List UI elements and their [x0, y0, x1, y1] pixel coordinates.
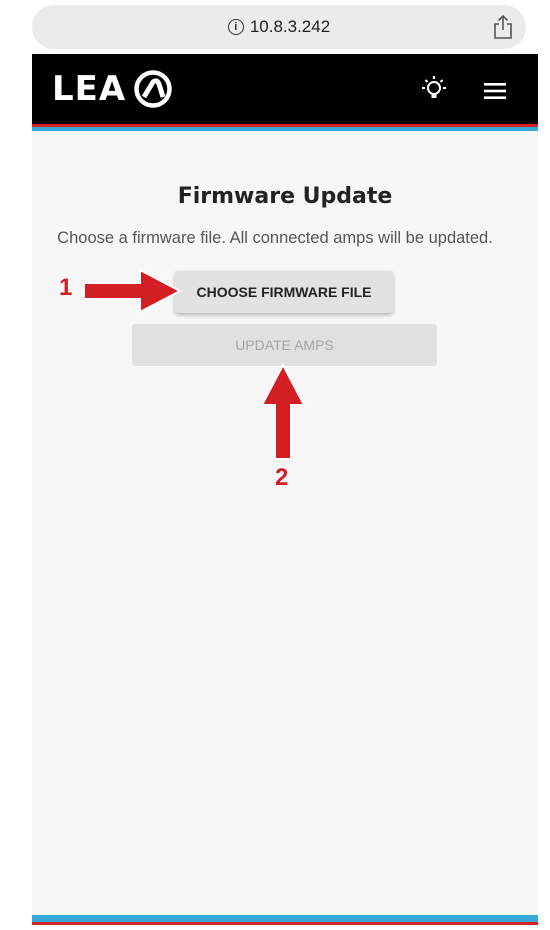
page-title: Firmware Update [177, 184, 393, 209]
annotation-arrow-right-icon [84, 268, 182, 314]
hamburger-menu-icon[interactable] [484, 82, 506, 100]
logo-text: LEA [52, 69, 127, 109]
url-bar[interactable]: i 10.8.3.242 [32, 5, 526, 49]
page-subtitle: Choose a firmware file. All connected am… [57, 229, 493, 247]
footer-stripe-red [32, 922, 538, 925]
share-icon[interactable] [492, 14, 514, 40]
info-icon[interactable]: i [227, 19, 244, 35]
page: i 10.8.3.242 LEA Firmware Update Choose … [0, 0, 550, 930]
update-amps-button[interactable]: UPDATE AMPS [132, 324, 437, 366]
lea-logo[interactable]: LEA [52, 68, 172, 110]
annotation-step-2: 2 [275, 464, 289, 491]
annotation-arrow-up-icon [260, 363, 306, 460]
lea-logo-mark-icon [134, 70, 172, 108]
url-display[interactable]: i 10.8.3.242 [32, 5, 526, 49]
url-text: 10.8.3.242 [249, 17, 331, 36]
footer-stripe-blue [32, 915, 538, 922]
main-content: Firmware Update Choose a firmware file. … [32, 131, 538, 915]
choose-firmware-file-button[interactable]: CHOOSE FIRMWARE FILE [175, 271, 393, 313]
lightbulb-icon[interactable] [420, 75, 448, 105]
app-header: LEA [32, 54, 538, 124]
annotation-step-1: 1 [59, 274, 73, 301]
